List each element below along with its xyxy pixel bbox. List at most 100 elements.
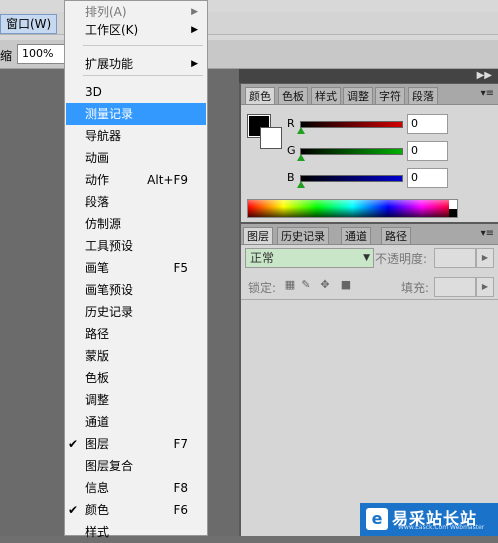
menu-item[interactable]: 信息 F8 (66, 477, 206, 499)
menu-item[interactable]: 画笔预设 (66, 279, 206, 301)
menu-item-label: 图层复合 (85, 459, 134, 473)
channel-label: B (287, 171, 295, 184)
menu-item[interactable]: 路径 (66, 323, 206, 345)
menu-item-label: 导航器 (85, 129, 122, 143)
slider-thumb-icon[interactable] (297, 154, 305, 161)
menu-item[interactable]: 工作区(K) ▶ (66, 19, 206, 41)
fill-input[interactable] (434, 277, 476, 297)
menu-item-label: 通道 (85, 415, 110, 429)
zoom-input[interactable]: 100% (17, 44, 65, 64)
color-panel-tab[interactable]: 调整 (343, 87, 373, 104)
menu-item-label: 历史记录 (85, 305, 134, 319)
layers-panel-tabs: 图层 历史记录 通道 路径 ▾≡ (241, 224, 498, 245)
channel-value-input[interactable]: 0 (407, 114, 448, 134)
panel-menu-icon[interactable]: ▾≡ (481, 228, 494, 239)
watermark-url: Www.Easck.Com Webmaster (398, 524, 485, 531)
menu-item[interactable]: 段落 (66, 191, 206, 213)
menu-item-label: 蒙版 (85, 349, 110, 363)
menu-item-label: 3D (85, 85, 102, 99)
menu-item-label: 测量记录 (85, 107, 134, 121)
menu-item[interactable]: 动画 (66, 147, 206, 169)
menu-item-label: 扩展功能 (85, 57, 134, 71)
menu-item-label: 动作 (85, 173, 110, 187)
background-color-swatch[interactable] (260, 127, 282, 149)
menu-item-label: 工作区(K) (85, 23, 139, 37)
menu-item[interactable]: 扩展功能 ▶ (66, 53, 206, 75)
window-menu: 排列(A) ▶ 工作区(K) ▶ 扩展功能 ▶ 3D 测量记录 导航器 动画 动作 Alt+F9 段落仿… (64, 0, 208, 539)
menu-item[interactable]: 测量记录 (66, 103, 206, 125)
lock-transparent-icon[interactable]: ▦ (284, 279, 296, 291)
channel-slider[interactable] (300, 121, 403, 128)
menu-item-label: 路径 (85, 327, 110, 341)
menu-item-shortcut: F8 (173, 481, 188, 495)
menu-separator (83, 75, 203, 76)
blend-mode-select[interactable]: 正常 ▼ (245, 248, 374, 268)
menu-item-shortcut: Alt+F9 (147, 173, 188, 187)
menu-item-label: 色板 (85, 371, 110, 385)
layers-panel-tab[interactable]: 通道 (341, 227, 371, 244)
opacity-input[interactable] (434, 248, 476, 268)
menu-item[interactable]: 工具预设 (66, 235, 206, 257)
menu-item[interactable]: 调整 (66, 389, 206, 411)
fill-arrow-icon[interactable]: ▶ (476, 277, 494, 297)
menu-item[interactable]: 3D (66, 81, 206, 103)
lock-brush-icon[interactable]: ✎ (300, 279, 312, 291)
zoom-label: 缩 (0, 49, 13, 63)
menu-item-label: 信息 (85, 481, 110, 495)
color-spectrum-bar[interactable] (247, 199, 458, 218)
dock-header: ▶▶ (239, 69, 498, 83)
menu-separator (83, 45, 203, 46)
window-menu-button[interactable]: 窗口(W) (0, 14, 58, 34)
menu-item[interactable]: 仿制源 (66, 213, 206, 235)
color-panel-tab[interactable]: 色板 (278, 87, 308, 104)
menu-item[interactable]: 历史记录 (66, 301, 206, 323)
color-panel-tab[interactable]: 样式 (311, 87, 341, 104)
menu-item[interactable]: 图层复合 (66, 455, 206, 477)
color-panel-tabs: 颜色 色板 样式 调整 字符 段落 ▾≡ (241, 84, 498, 105)
menu-item[interactable]: 画笔 F5 (66, 257, 206, 279)
panel-menu-icon[interactable]: ▾≡ (481, 88, 494, 99)
menu-item-shortcut: F7 (173, 437, 188, 451)
submenu-arrow-icon: ▶ (191, 59, 198, 69)
menu-item-label: 仿制源 (85, 217, 122, 231)
watermark: e 易采站长站 Www.Easck.Com Webmaster (360, 503, 498, 536)
menu-item[interactable]: 样式 (66, 521, 206, 543)
menu-item-label: 样式 (85, 525, 110, 539)
chevron-down-icon: ▼ (363, 253, 370, 263)
color-panel-tab[interactable]: 段落 (408, 87, 438, 104)
menu-item-label: 画笔 (85, 261, 110, 275)
menu-item-label: 动画 (85, 151, 110, 165)
menu-item[interactable]: ✔ 颜色 F6 (66, 499, 206, 521)
menu-item[interactable]: ✔ 图层 F7 (66, 433, 206, 455)
collapse-icon[interactable]: ▶▶ (477, 69, 492, 83)
slider-thumb-icon[interactable] (297, 127, 305, 134)
submenu-arrow-icon: ▶ (191, 25, 198, 35)
divider (241, 299, 498, 300)
menu-item[interactable]: 通道 (66, 411, 206, 433)
opacity-arrow-icon[interactable]: ▶ (476, 248, 494, 268)
menu-item[interactable]: 蒙版 (66, 345, 206, 367)
color-panel-tab[interactable]: 颜色 (245, 87, 275, 104)
menu-item[interactable]: 色板 (66, 367, 206, 389)
layers-panel-tab[interactable]: 历史记录 (277, 227, 329, 244)
menu-item-label: 画笔预设 (85, 283, 134, 297)
slider-thumb-icon[interactable] (297, 181, 305, 188)
opacity-label: 不透明度: (375, 252, 428, 266)
checkmark-icon: ✔ (68, 437, 79, 451)
layers-panel-tab[interactable]: 路径 (381, 227, 411, 244)
lock-all-icon[interactable]: ■ (340, 279, 352, 291)
menu-item[interactable]: 动作 Alt+F9 (66, 169, 206, 191)
layers-panel-tab[interactable]: 图层 (243, 227, 273, 244)
menu-item-label: 段落 (85, 195, 110, 209)
color-panel-tab[interactable]: 字符 (375, 87, 405, 104)
channel-slider[interactable] (300, 175, 403, 182)
fill-label: 填充: (401, 281, 430, 295)
lock-move-icon[interactable]: ✥ (319, 279, 331, 291)
channel-slider[interactable] (300, 148, 403, 155)
channel-value-input[interactable]: 0 (407, 141, 448, 161)
channel-value-input[interactable]: 0 (407, 168, 448, 188)
watermark-logo-icon: e (366, 508, 388, 530)
menu-item-label: 工具预设 (85, 239, 134, 253)
menu-item[interactable]: 导航器 (66, 125, 206, 147)
menu-item-shortcut: F5 (173, 261, 188, 275)
